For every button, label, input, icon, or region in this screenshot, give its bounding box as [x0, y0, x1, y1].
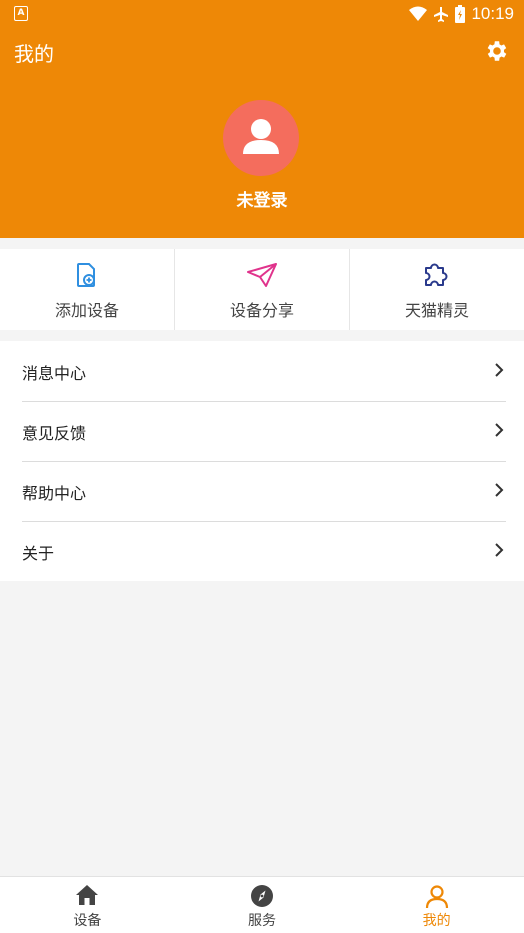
chevron-right-icon: [495, 483, 504, 497]
login-status[interactable]: 未登录: [0, 186, 524, 211]
chevron-right-icon: [495, 363, 504, 377]
battery-icon: [455, 5, 466, 23]
paper-plane-icon: [247, 263, 277, 287]
share-device-label: 设备分享: [229, 301, 294, 320]
clock: 10:19: [471, 4, 514, 23]
menu-item-messages[interactable]: 消息中心: [0, 341, 524, 401]
wifi-icon: [409, 6, 428, 21]
bottom-tab-bar: 设备 服务 我的: [0, 876, 524, 933]
tab-label: 服务: [248, 913, 276, 929]
menu-item-help[interactable]: 帮助中心: [0, 461, 524, 521]
menu-item-feedback[interactable]: 意见反馈: [0, 401, 524, 461]
user-icon: [243, 119, 279, 154]
person-icon: [425, 885, 448, 909]
menu-item-label: 关于: [22, 544, 55, 563]
profile-header: 我的 未登录: [0, 28, 524, 238]
compass-icon: [251, 885, 273, 907]
menu-item-label: 帮助中心: [22, 484, 87, 503]
page-title: 我的: [14, 42, 54, 66]
settings-menu: 消息中心 意见反馈 帮助中心 关于: [0, 341, 524, 581]
tmall-genie-label: 天猫精灵: [404, 301, 469, 320]
add-device-button[interactable]: 添加设备: [0, 249, 174, 330]
add-device-label: 添加设备: [54, 301, 119, 320]
puzzle-icon: [425, 263, 448, 286]
home-icon: [76, 885, 99, 905]
tab-label: 设备: [73, 913, 102, 929]
notification-icon: A: [14, 6, 28, 21]
status-bar: A 10:19: [0, 0, 524, 28]
chevron-right-icon: [495, 543, 504, 557]
tab-label: 我的: [422, 913, 451, 929]
menu-item-label: 意见反馈: [22, 424, 87, 443]
avatar[interactable]: [223, 100, 299, 176]
share-device-button[interactable]: 设备分享: [174, 249, 349, 330]
menu-item-about[interactable]: 关于: [0, 521, 524, 581]
menu-item-label: 消息中心: [22, 364, 87, 383]
add-device-icon: [77, 263, 95, 287]
chevron-right-icon: [495, 423, 504, 437]
tmall-genie-button[interactable]: 天猫精灵: [349, 249, 524, 330]
tab-services[interactable]: 服务: [175, 877, 350, 933]
airplane-icon: [434, 7, 449, 22]
gear-icon[interactable]: [484, 38, 510, 64]
quick-actions: 添加设备 设备分享 天猫精灵: [0, 249, 524, 330]
tab-devices[interactable]: 设备: [0, 877, 175, 933]
tab-mine[interactable]: 我的: [349, 877, 524, 933]
